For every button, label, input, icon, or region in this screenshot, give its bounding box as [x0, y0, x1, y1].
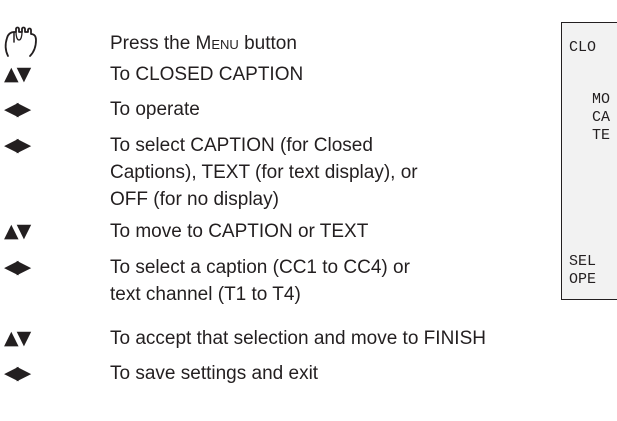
instruction-text: To select a caption (CC1 to CC4) or text…: [110, 257, 410, 305]
instruction-text: To move to CAPTION or TEXT: [110, 221, 369, 242]
left-right-arrows-icon: ◀▶: [4, 256, 31, 278]
instruction-text: To select CAPTION (for Closed Captions),…: [110, 135, 418, 210]
osd-title: CLO: [569, 39, 597, 56]
osd-item-mode: MO: [592, 91, 611, 108]
menu-button-label: Menu: [195, 33, 239, 54]
hand-press-icon: [4, 26, 37, 57]
instruction-text: Press the Menu button: [110, 33, 297, 54]
osd-item-text: TE: [592, 127, 611, 144]
osd-menu-panel: CLO MO CA TE SEL OPE: [561, 22, 617, 300]
instruction-text: To operate: [110, 99, 200, 120]
up-down-arrows-icon: ▲▼: [4, 327, 31, 349]
instruction-text: To accept that selection and move to FIN…: [110, 328, 486, 349]
osd-hint-operate: OPE: [569, 271, 597, 288]
osd-item-caption: CA: [592, 109, 611, 126]
osd-hint-select: SEL: [569, 253, 597, 270]
instruction-text: To save settings and exit: [110, 363, 319, 384]
instruction-text: To CLOSED CAPTION: [110, 64, 304, 85]
left-right-arrows-icon: ◀▶: [4, 362, 31, 384]
up-down-arrows-icon: ▲▼: [4, 220, 31, 242]
up-down-arrows-icon: ▲▼: [4, 63, 31, 85]
left-right-arrows-icon: ◀▶: [4, 134, 31, 156]
left-right-arrows-icon: ◀▶: [4, 98, 31, 120]
